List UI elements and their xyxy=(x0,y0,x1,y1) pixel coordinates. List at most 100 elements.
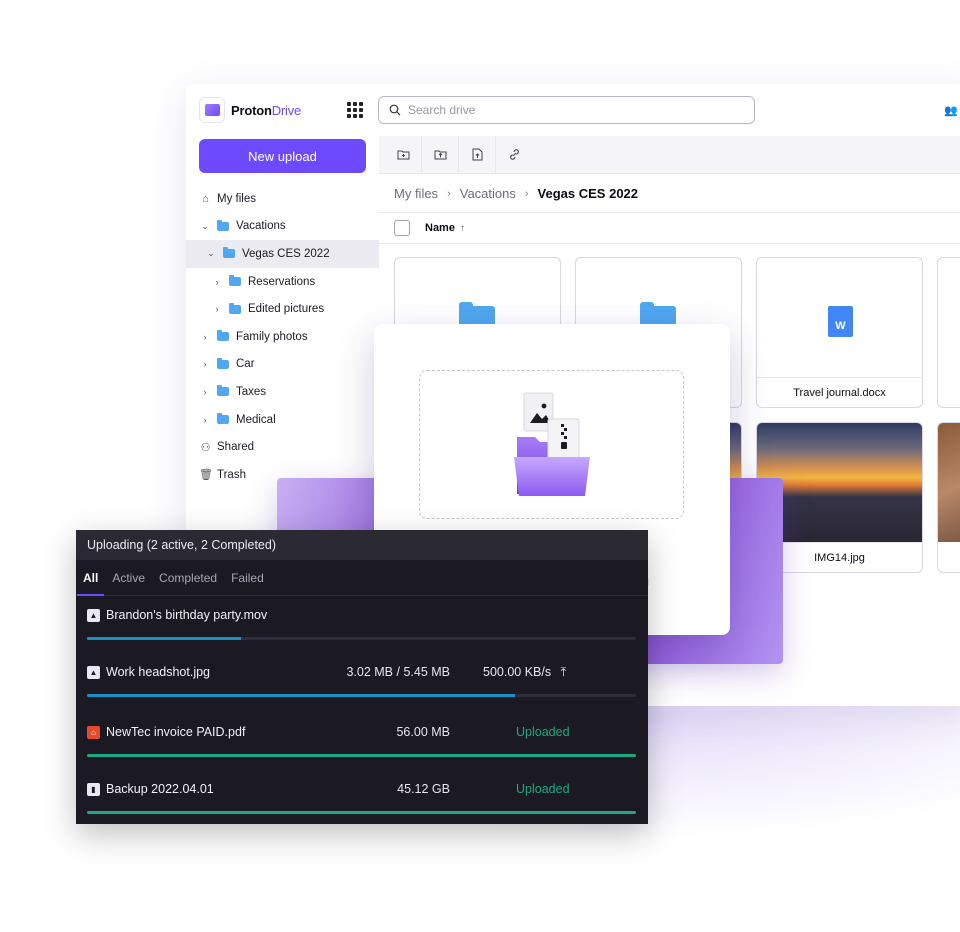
sidebar-item-label: Taxes xyxy=(236,385,267,398)
breadcrumb-item[interactable]: Vacations xyxy=(460,186,516,201)
upload-progress-bar xyxy=(87,694,636,697)
sidebar-item-label: Vegas CES 2022 xyxy=(242,247,330,260)
sidebar-item-label: Vacations xyxy=(236,220,286,233)
upload-row[interactable]: ⌂ NewTec invoice PAID.pdf 56.00 MB Uploa… xyxy=(76,718,648,758)
sidebar-item-vacations[interactable]: ⌄ Vacations xyxy=(186,213,379,241)
upload-row[interactable]: ▮ Backup 2022.04.01 45.12 GB Uploaded xyxy=(76,775,648,815)
file-card[interactable] xyxy=(937,257,960,408)
tab-all[interactable]: All xyxy=(76,560,105,596)
upload-file-name: Brandon's birthday party.mov xyxy=(106,608,268,622)
image-file-icon: ▲ xyxy=(87,666,100,679)
folder-icon xyxy=(229,275,241,287)
new-folder-button[interactable] xyxy=(385,135,422,174)
sidebar-item-my-files[interactable]: ⌂ My files xyxy=(186,185,379,213)
sidebar-item-medical[interactable]: › Medical xyxy=(186,406,379,434)
chevron-right-icon[interactable]: › xyxy=(199,415,211,425)
folder-icon xyxy=(217,385,229,397)
upload-progress-bar xyxy=(87,754,636,757)
upload-folder-icon xyxy=(434,150,446,160)
sidebar-item-vegas-ces-2022[interactable]: ⌄ Vegas CES 2022 xyxy=(186,240,379,268)
word-doc-icon: W xyxy=(828,306,853,337)
chevron-right-icon[interactable]: › xyxy=(199,359,211,369)
brand-word-drive: Drive xyxy=(271,102,302,118)
upload-progress-bar xyxy=(87,811,636,814)
sidebar-item-label: Edited pictures xyxy=(248,303,325,316)
upload-folder-button[interactable] xyxy=(422,135,459,174)
breadcrumb: My files › Vacations › Vegas CES 2022 xyxy=(394,186,638,201)
brand-name: ProtonDrive xyxy=(231,103,301,118)
folder-icon xyxy=(217,219,229,231)
sidebar-item-label: Shared xyxy=(217,441,255,454)
sidebar-tree: ⌂ My files ⌄ Vacations ⌄ Vegas CES 2022 … xyxy=(186,185,379,489)
upload-row[interactable]: ▲ Brandon's birthday party.mov xyxy=(76,601,648,641)
chevron-right-icon[interactable]: › xyxy=(211,304,223,314)
sidebar-item-edited-pictures[interactable]: › Edited pictures xyxy=(186,295,379,323)
sort-arrow-up-icon[interactable]: ↑ xyxy=(460,223,465,234)
new-upload-button[interactable]: New upload xyxy=(199,139,366,173)
upload-manager-panel: Uploading (2 active, 2 Completed) All Ac… xyxy=(76,530,648,824)
upload-file-button[interactable] xyxy=(459,135,496,174)
upload-progress-fill xyxy=(87,754,636,757)
toolbar xyxy=(379,135,960,174)
logo[interactable]: ProtonDrive xyxy=(199,97,301,123)
upload-panel-header[interactable]: Uploading (2 active, 2 Completed) xyxy=(76,530,648,560)
sidebar-item-car[interactable]: › Car xyxy=(186,351,379,379)
breadcrumb-item[interactable]: My files xyxy=(394,186,438,201)
apps-grid-icon[interactable] xyxy=(347,102,363,118)
link-icon xyxy=(510,149,519,160)
upload-file-size: 56.00 MB xyxy=(396,725,450,739)
share-link-button[interactable] xyxy=(496,136,533,174)
sidebar-item-reservations[interactable]: › Reservations xyxy=(186,268,379,296)
upload-panel-title: Uploading (2 active, 2 Completed) xyxy=(87,538,276,552)
image-card[interactable] xyxy=(937,422,960,573)
tab-completed[interactable]: Completed xyxy=(159,560,217,596)
chevron-right-icon[interactable]: › xyxy=(199,387,211,397)
sidebar-item-taxes[interactable]: › Taxes xyxy=(186,378,379,406)
archive-file-icon: ▮ xyxy=(87,783,100,796)
sidebar-item-family-photos[interactable]: › Family photos xyxy=(186,323,379,351)
upload-progress-fill xyxy=(87,637,241,640)
upload-progress-bar xyxy=(87,637,636,640)
folder-icon xyxy=(223,247,235,259)
trash-icon: 🗑 xyxy=(199,469,213,482)
sidebar-item-label: Car xyxy=(236,358,255,371)
upload-status: Uploaded xyxy=(516,725,570,739)
chevron-right-icon[interactable]: › xyxy=(211,277,223,287)
chevron-right-icon: › xyxy=(447,187,451,200)
upload-row[interactable]: ▲ Work headshot.jpg 3.02 MB / 5.45 MB 50… xyxy=(76,658,648,698)
chevron-right-icon: › xyxy=(524,187,529,200)
upload-folder-illustration-icon xyxy=(514,392,590,496)
select-all-checkbox[interactable] xyxy=(394,220,410,236)
folder-icon xyxy=(217,357,229,369)
chevron-right-icon[interactable]: › xyxy=(199,332,211,342)
sidebar-item-label: Reservations xyxy=(248,275,316,288)
image-file-icon: ▲ xyxy=(87,609,100,622)
upload-file-size: 45.12 GB xyxy=(397,782,450,796)
drop-zone[interactable] xyxy=(419,370,684,519)
tab-active[interactable]: Active xyxy=(112,560,145,596)
people-icon[interactable]: 👥 xyxy=(944,104,958,117)
sidebar-item-label: Family photos xyxy=(236,330,308,343)
search-placeholder: Search drive xyxy=(408,103,476,117)
sidebar-item-label: My files xyxy=(217,192,256,205)
drive-logo-icon xyxy=(199,97,225,123)
folder-icon xyxy=(217,330,229,342)
upload-speed-text: 500.00 KB/s xyxy=(483,665,552,679)
file-name: Travel journal.docx xyxy=(757,377,922,407)
file-card[interactable]: W Travel journal.docx xyxy=(756,257,923,408)
photo-thumbnail xyxy=(938,423,960,542)
search-input[interactable]: Search drive xyxy=(378,96,755,124)
search-icon xyxy=(389,104,401,116)
folder-icon xyxy=(229,302,241,314)
upload-file-name: NewTec invoice PAID.pdf xyxy=(106,725,246,739)
folder-icon xyxy=(217,413,229,425)
new-folder-icon xyxy=(397,150,409,160)
sort-by-name[interactable]: Name xyxy=(425,222,455,234)
list-header: Name ↑ xyxy=(379,212,960,244)
chevron-down-icon[interactable]: ⌄ xyxy=(205,248,217,259)
chevron-down-icon[interactable]: ⌄ xyxy=(199,221,211,232)
sidebar-item-shared[interactable]: ⚇ Shared xyxy=(186,433,379,461)
sidebar-item-label: Trash xyxy=(217,468,246,481)
shared-users-icon: ⚇ xyxy=(200,441,211,454)
tab-failed[interactable]: Failed xyxy=(231,560,264,596)
